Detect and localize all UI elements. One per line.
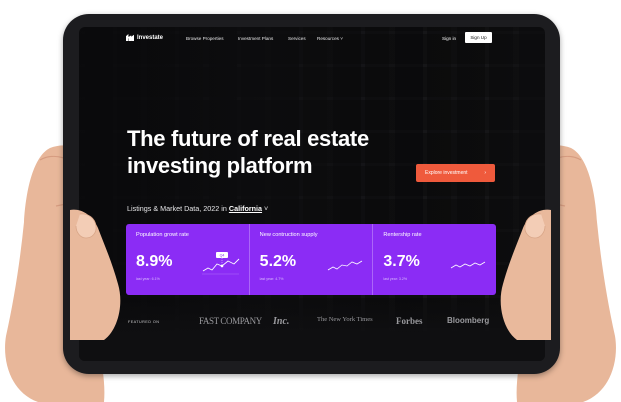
thumbs-image	[70, 209, 551, 340]
